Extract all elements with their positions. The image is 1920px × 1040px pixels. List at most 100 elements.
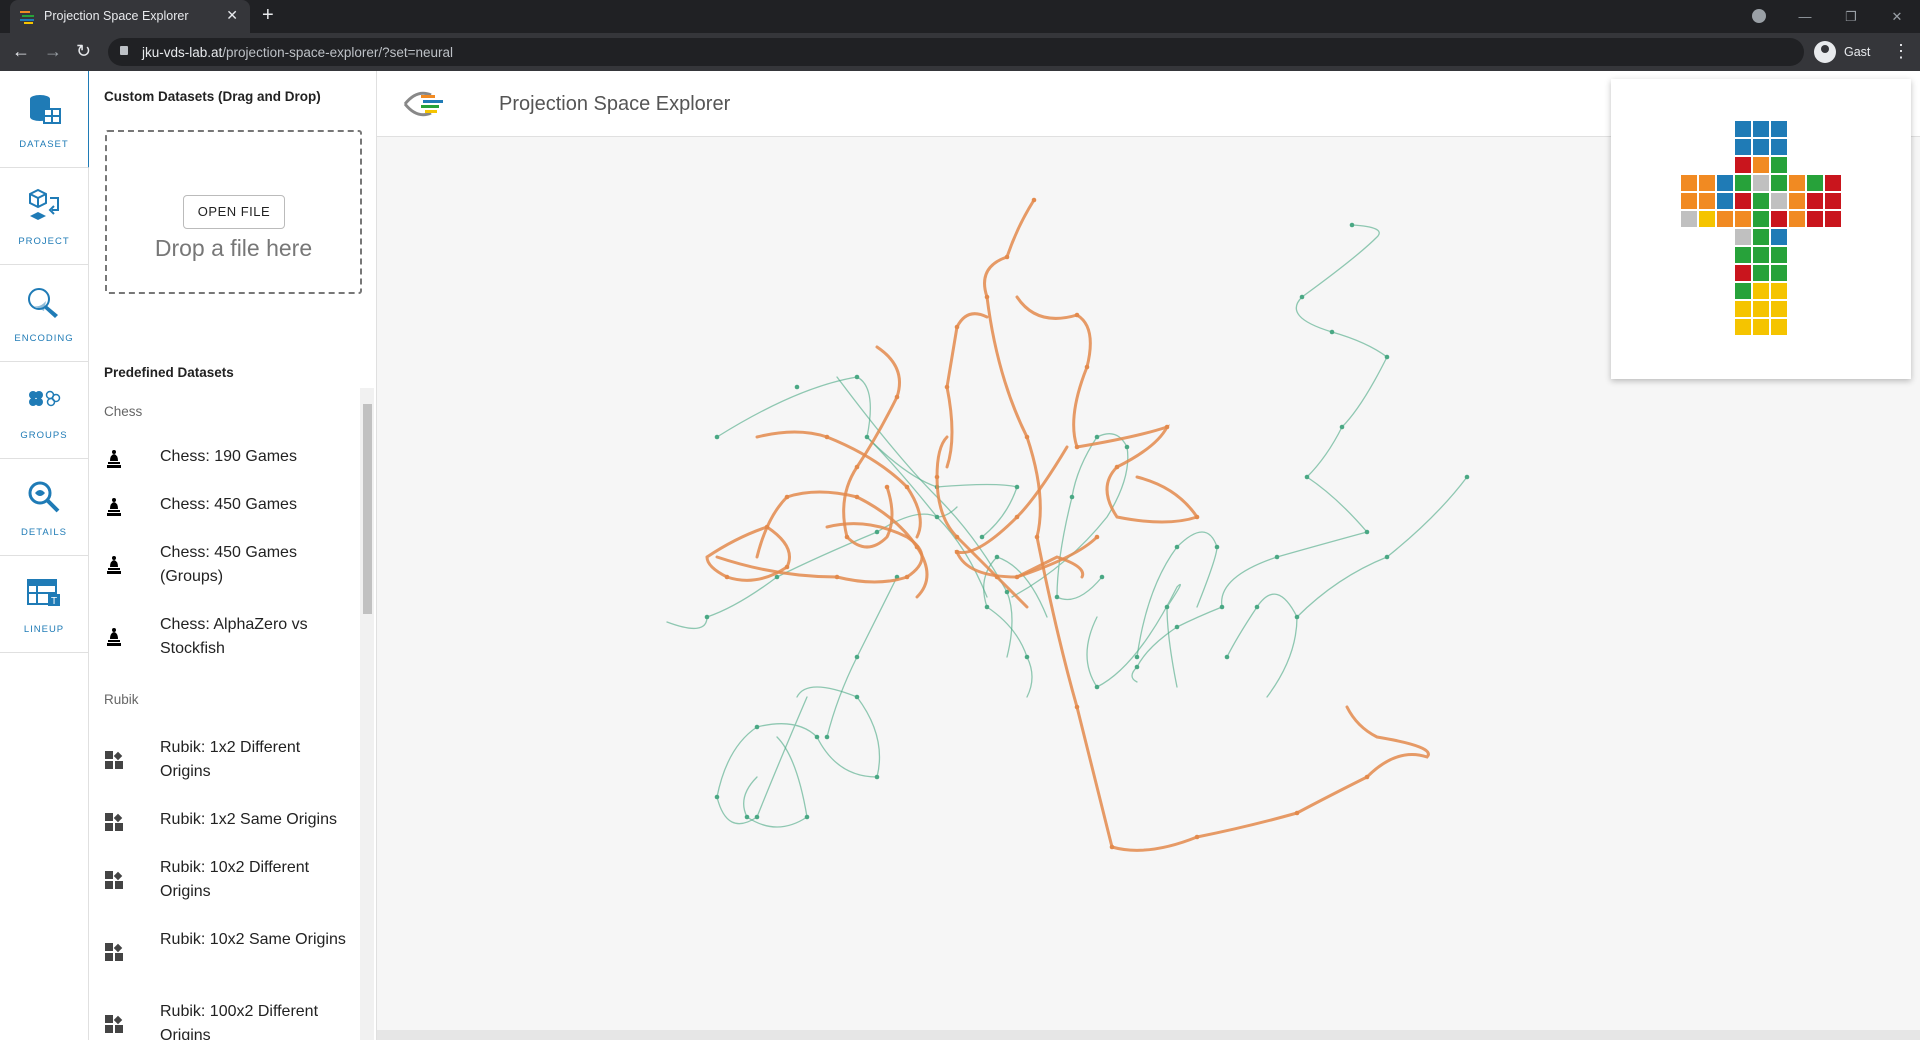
trajectory-point (1031, 197, 1037, 203)
app-favicon-icon (20, 11, 34, 24)
cube-sticker (1789, 211, 1805, 227)
trajectory-point (1004, 254, 1010, 260)
tab-close-icon[interactable]: ✕ (226, 7, 238, 24)
dataset-label: Chess: 450 Games (160, 496, 297, 513)
browser-tab[interactable]: Projection Space Explorer ✕ (10, 0, 250, 33)
dashboard-grid-icon (105, 813, 123, 831)
reload-icon[interactable]: ↻ (76, 41, 91, 62)
cube-sticker (1735, 247, 1751, 263)
rail-item-lineup[interactable]: T LINEUP (0, 556, 88, 653)
browser-tab-bar: Projection Space Explorer ✕ + — ❐ ✕ (0, 0, 1920, 33)
trajectory-point (804, 814, 810, 820)
menu-kebab-icon[interactable]: ⋮ (1892, 41, 1910, 62)
rubik-preview-card (1611, 79, 1911, 379)
trajectory-point (1164, 604, 1170, 610)
trajectory-point (894, 394, 900, 400)
profile-name: Gast (1844, 45, 1871, 59)
cube-sticker (1753, 301, 1769, 317)
trajectory-line (945, 312, 989, 469)
trajectory-point (1294, 810, 1300, 816)
rail-item-details[interactable]: DETAILS (0, 459, 88, 556)
cube-sticker (1735, 211, 1751, 227)
cube-sticker (1735, 139, 1751, 155)
trajectory-point (824, 434, 830, 440)
panel-scrollbar[interactable] (360, 388, 374, 1040)
cube-sticker (1753, 283, 1769, 299)
trajectory-point (994, 554, 1000, 560)
restore-icon[interactable]: ❐ (1828, 9, 1874, 25)
drop-hint: Drop a file here (154, 235, 313, 261)
trajectory-point (1384, 554, 1390, 560)
rail-label: LINEUP (23, 624, 65, 635)
rail-item-encoding[interactable]: ENCODING (0, 265, 88, 362)
cube-sticker (1735, 193, 1751, 209)
rail-item-groups[interactable]: GROUPS (0, 362, 88, 459)
trajectory-point (1134, 654, 1140, 660)
trajectory-point (1074, 444, 1080, 450)
trajectory-point (714, 434, 720, 440)
trajectory-line (1296, 476, 1468, 618)
new-tab-icon[interactable]: + (262, 4, 274, 27)
trajectory-point (864, 434, 870, 440)
rail-label: DETAILS (21, 527, 67, 538)
forward-arrow-icon[interactable]: → (44, 41, 62, 62)
chrome-profile-icon[interactable] (1752, 9, 1766, 23)
minimize-icon[interactable]: — (1782, 9, 1828, 24)
cube-sticker (1735, 157, 1751, 173)
trajectory-point (794, 384, 800, 390)
trajectory-line (1015, 295, 1200, 524)
trajectory-line (715, 522, 924, 584)
trajectory-point (834, 574, 840, 580)
trajectory-point (1174, 544, 1180, 550)
cube-sticker (1753, 139, 1769, 155)
address-bar: ← → ↻ jku-vds-lab.at/projection-space-ex… (0, 33, 1920, 71)
cube-sticker (1735, 121, 1751, 137)
trajectory-point (1024, 654, 1030, 660)
trajectory-line (1131, 224, 1388, 683)
trajectory-point (1164, 424, 1170, 430)
cube-sticker (1717, 193, 1733, 209)
cube-sticker (1753, 175, 1769, 191)
trajectory-point (1024, 434, 1030, 440)
cube-sticker (1735, 301, 1751, 317)
dashboard-grid-icon (105, 1015, 123, 1033)
dataset-label: Chess: AlphaZero vs Stockfish (160, 616, 308, 657)
trajectory-point (714, 794, 720, 800)
rail-item-project[interactable]: PROJECT (0, 168, 88, 265)
trajectory-point (854, 464, 860, 470)
trajectory-point (1094, 684, 1100, 690)
trajectory-point (1084, 364, 1090, 370)
trajectory-point (884, 484, 890, 490)
trajectory-point (1094, 434, 1100, 440)
tab-title: Projection Space Explorer (44, 9, 189, 23)
trajectory-point (1109, 844, 1115, 850)
trajectory-point (934, 514, 940, 520)
cube-sticker (1825, 211, 1841, 227)
trajectory-point (774, 574, 780, 580)
group-label-chess: Chess (104, 404, 143, 419)
trajectory-point (1094, 534, 1100, 540)
chess-bishop-icon (107, 450, 121, 468)
url-input[interactable]: jku-vds-lab.at/projection-space-explorer… (108, 38, 1804, 66)
trajectory-point (1014, 484, 1020, 490)
dataset-label: Rubik: 10x2 Same Origins (160, 931, 346, 948)
lock-icon (120, 46, 128, 55)
cube-sticker (1753, 247, 1769, 263)
back-arrow-icon[interactable]: ← (12, 41, 30, 62)
file-dropzone[interactable]: OPEN FILE Drop a file here (105, 130, 362, 294)
open-file-button[interactable]: OPEN FILE (183, 195, 285, 229)
canvas-scrollbar[interactable] (377, 1030, 1920, 1040)
dataset-label: Rubik: 10x2 Different Origins (160, 859, 310, 900)
trajectory-point (1074, 704, 1080, 710)
close-window-icon[interactable]: ✕ (1874, 9, 1920, 25)
trajectory-point (904, 574, 910, 580)
rail-item-dataset[interactable]: DATASET (0, 71, 90, 168)
cube-sticker (1717, 211, 1733, 227)
dashboard-grid-icon (105, 751, 123, 769)
profile-button[interactable]: Gast (1814, 40, 1870, 64)
rail-label: GROUPS (20, 430, 68, 441)
trajectory-point (1074, 312, 1080, 318)
cube-sticker (1717, 175, 1733, 191)
scrollbar-thumb[interactable] (363, 404, 372, 614)
dataset-label: Chess: 190 Games (160, 448, 297, 465)
